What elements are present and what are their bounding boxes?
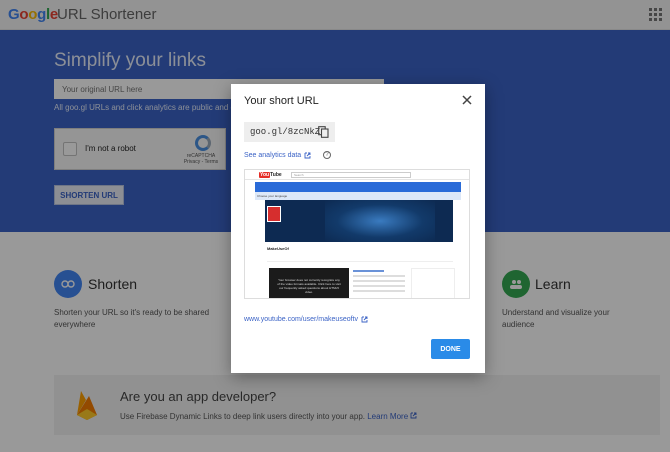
preview-sidebar bbox=[411, 268, 455, 298]
help-icon[interactable]: ? bbox=[323, 151, 331, 159]
preview-tabs bbox=[267, 258, 453, 262]
close-icon[interactable] bbox=[461, 94, 473, 106]
preview-header: YouTube Search bbox=[245, 170, 469, 180]
short-url-dialog: Your short URL goo.gl/8zcNkZ See analyti… bbox=[231, 84, 485, 373]
long-url-link[interactable]: www.youtube.com/user/makeuseoftv bbox=[244, 316, 368, 323]
preview-language-text: Choose your language bbox=[255, 192, 461, 200]
preview-search: Search bbox=[291, 172, 411, 178]
short-url-box: goo.gl/8zcNkZ bbox=[244, 122, 335, 142]
preview-channel-name: MakeUseOf bbox=[267, 246, 289, 251]
dialog-title: Your short URL bbox=[244, 95, 319, 107]
copy-icon[interactable] bbox=[318, 126, 329, 138]
page-preview-thumbnail: YouTube Search Choose your language Make… bbox=[244, 169, 470, 299]
analytics-link[interactable]: See analytics data bbox=[244, 152, 311, 159]
preview-channel-art bbox=[265, 200, 453, 242]
done-button[interactable]: DONE bbox=[431, 339, 470, 359]
external-link-icon bbox=[304, 152, 311, 159]
preview-video: Your browser does not currently recogniz… bbox=[269, 268, 349, 298]
preview-text-lines bbox=[353, 270, 405, 295]
youtube-logo: YouTube bbox=[259, 172, 282, 178]
preview-channel-logo bbox=[267, 206, 281, 222]
external-link-icon bbox=[361, 316, 368, 323]
short-url[interactable]: goo.gl/8zcNkZ bbox=[250, 127, 320, 137]
